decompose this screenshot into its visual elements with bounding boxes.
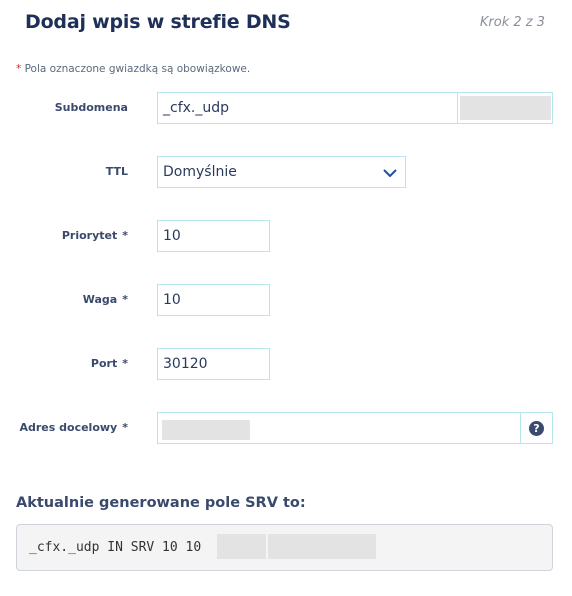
target-input[interactable] [157,412,521,444]
port-value: 30120 [163,356,208,372]
weight-label-text: Waga [82,293,118,306]
subdomain-value: _cfx._udp [163,100,230,116]
priority-value: 10 [163,228,181,244]
weight-input[interactable]: 10 [157,284,270,316]
help-button[interactable]: ? [520,412,553,444]
subdomain-label: Subdomena [8,101,128,114]
ttl-select[interactable]: Domyślnie [157,156,406,188]
srv-redacted-target [268,534,376,559]
priority-input[interactable]: 10 [157,220,270,252]
question-circle-icon: ? [529,420,544,436]
port-label: Port * [8,357,128,370]
domain-suffix-redacted [460,96,551,120]
target-label-text: Adres docelowy [19,421,118,434]
srv-preview-box: _cfx._udp IN SRV 10 10 [16,524,553,571]
page-title: Dodaj wpis w strefie DNS [25,11,291,33]
priority-label-text: Priorytet [61,229,118,242]
weight-label: Waga * [8,293,128,306]
target-label: Adres docelowy * [8,421,129,434]
required-note: * Pola oznaczone gwiazdką są obowiązkowe… [16,63,250,75]
port-required-mark: * [122,357,128,370]
srv-title: Aktualnie generowane pole SRV to: [16,495,306,511]
ttl-value: Domyślnie [163,164,237,180]
weight-required-mark: * [122,293,128,306]
port-label-text: Port [90,357,118,370]
domain-suffix [457,92,553,124]
ttl-label: TTL [8,165,128,178]
required-note-text: Pola oznaczone gwiazdką są obowiązkowe. [21,63,251,75]
target-required-mark: * [122,421,128,434]
weight-value: 10 [163,292,181,308]
subdomain-label-text: Subdomena [54,101,128,114]
port-input[interactable]: 30120 [157,348,270,380]
priority-label: Priorytet * [8,229,128,242]
subdomain-input[interactable]: _cfx._udp [157,92,458,124]
step-indicator: Krok 2 z 3 [479,15,545,30]
target-redacted [162,420,250,440]
srv-redacted-port [217,534,266,559]
srv-record-text: _cfx._udp IN SRV 10 10 [29,540,202,555]
ttl-label-text: TTL [105,165,128,178]
priority-required-mark: * [122,229,128,242]
chevron-down-icon [383,169,397,178]
